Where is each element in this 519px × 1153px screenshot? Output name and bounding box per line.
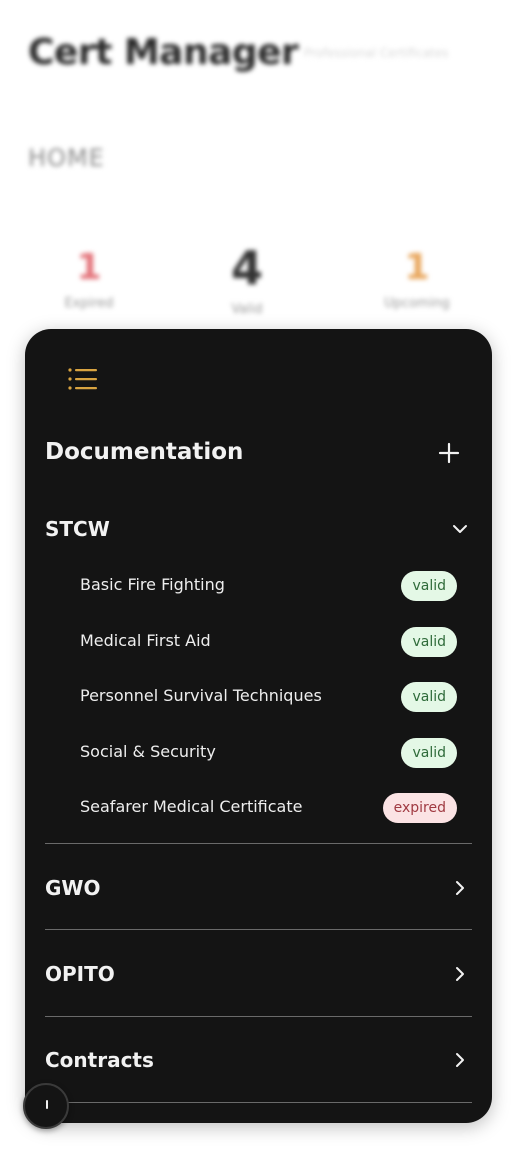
add-button[interactable] [435, 439, 463, 467]
cert-name: Social & Security [80, 742, 216, 761]
group-label: GWO [45, 876, 101, 900]
cert-row[interactable]: Seafarer Medical Certificate expired [80, 790, 457, 826]
group-gwo[interactable]: GWO [45, 868, 472, 908]
cert-row[interactable]: Basic Fire Fighting valid [80, 568, 457, 604]
status-badge: expired [382, 793, 457, 823]
group-contracts[interactable]: Contracts [45, 1040, 472, 1080]
plus-icon [438, 442, 460, 464]
divider [45, 843, 472, 844]
stat-expired-label: Expired [64, 296, 114, 311]
app-title: Cert Manager [28, 32, 299, 73]
chevron-right-icon [456, 881, 464, 895]
stat-upcoming-label: Upcoming [384, 296, 450, 311]
status-badge: valid [401, 571, 457, 601]
divider [45, 1016, 472, 1017]
chevron-right-icon [456, 1053, 464, 1067]
stat-upcoming-value: 1 [404, 247, 430, 288]
cert-row[interactable]: Medical First Aid valid [80, 624, 457, 660]
stat-expired: 1 Expired [29, 246, 149, 311]
cert-name: Medical First Aid [80, 631, 211, 650]
stat-valid: 4 Valid [187, 240, 307, 317]
group-label: Contracts [45, 1048, 154, 1072]
status-badge: valid [401, 627, 457, 657]
stat-valid-label: Valid [231, 302, 263, 317]
info-icon [46, 1100, 48, 1109]
floating-action-button[interactable] [23, 1083, 69, 1129]
cert-name: Personnel Survival Techniques [80, 686, 322, 705]
group-label: STCW [45, 517, 110, 541]
menu-button[interactable] [65, 364, 99, 394]
cert-row[interactable]: Personnel Survival Techniques valid [80, 679, 457, 715]
documentation-panel: Documentation STCW Basic Fire Fighting v… [25, 329, 492, 1123]
chevron-down-icon [453, 525, 467, 533]
cert-name: Basic Fire Fighting [80, 575, 225, 594]
section-label: HOME [28, 144, 105, 172]
chevron-right-icon [456, 967, 464, 981]
divider [45, 1102, 472, 1103]
cert-row[interactable]: Social & Security valid [80, 735, 457, 771]
status-badge: valid [401, 738, 457, 768]
group-label: OPITO [45, 962, 115, 986]
panel-title: Documentation [45, 439, 244, 465]
status-badge: valid [401, 682, 457, 712]
stat-valid-value: 4 [230, 241, 263, 295]
stat-expired-value: 1 [76, 247, 102, 288]
group-opito[interactable]: OPITO [45, 954, 472, 994]
list-icon [68, 368, 97, 390]
group-stcw[interactable]: STCW [45, 509, 472, 549]
cert-name: Seafarer Medical Certificate [80, 797, 303, 816]
divider [45, 929, 472, 930]
app-subtitle: Professional Certificates [304, 46, 449, 60]
stat-upcoming: 1 Upcoming [357, 246, 477, 311]
